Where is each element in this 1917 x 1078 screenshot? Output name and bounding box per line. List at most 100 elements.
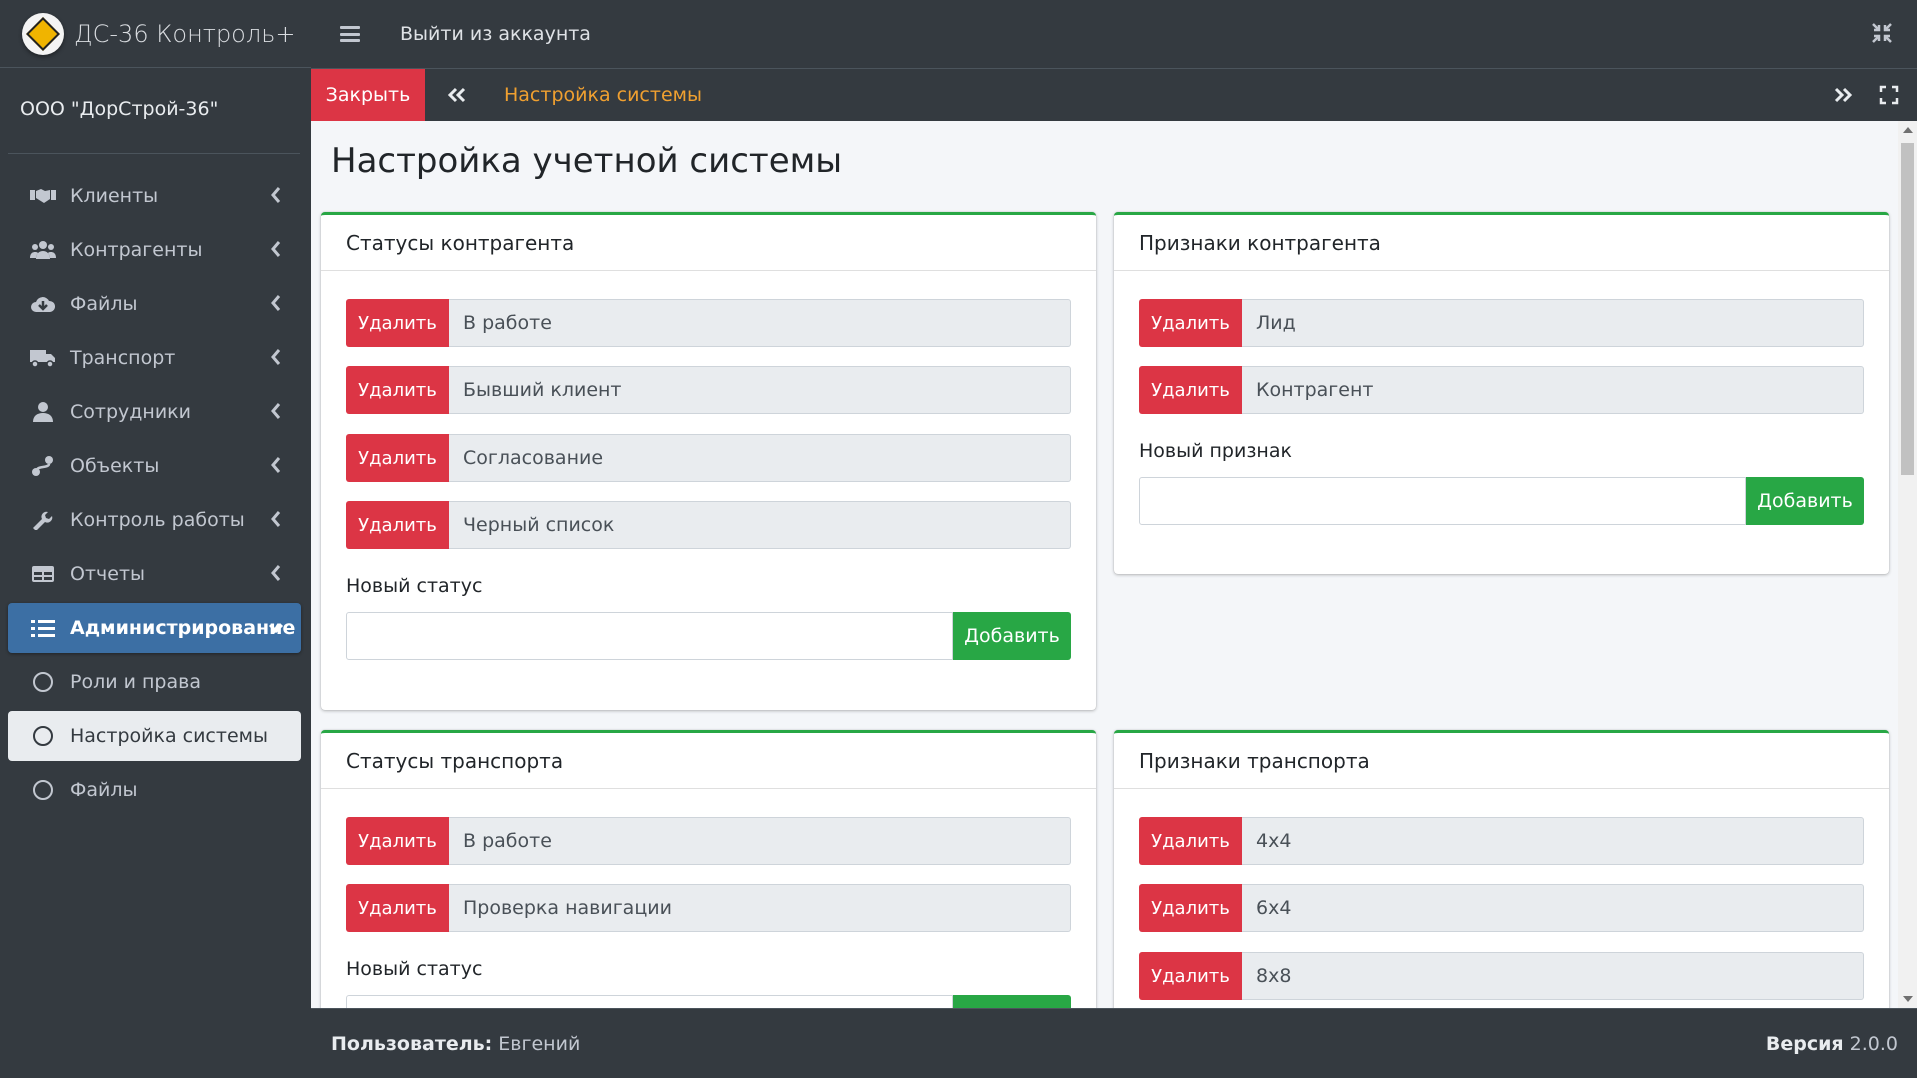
chevron-left-icon [271, 295, 281, 311]
sidebar-item-contractors[interactable]: Контрагенты [8, 225, 301, 275]
chevron-left-icon [271, 511, 281, 527]
sidebar-item-objects[interactable]: Объекты [8, 441, 301, 491]
chevron-left-icon [271, 349, 281, 365]
sidebar: ДС-36 Контроль+ ООО "ДорСтрой-36" Клиент… [0, 0, 311, 1078]
new-status-label: Новый статус [346, 575, 483, 597]
users-icon [30, 239, 56, 261]
close-tab-button[interactable]: Закрыть [311, 69, 425, 121]
wrench-icon [30, 509, 56, 531]
status-row: Удалить Проверка навигации [346, 884, 1071, 932]
footer-user-name: Евгений [498, 1032, 581, 1055]
org-name: ООО "ДорСтрой-36" [20, 98, 219, 120]
tab-bar: Закрыть Настройка системы [311, 69, 1917, 121]
delete-button[interactable]: Удалить [346, 817, 449, 865]
sidebar-item-work-control[interactable]: Контроль работы [8, 495, 301, 545]
chevron-left-icon [271, 241, 281, 257]
hamburger-menu-icon[interactable] [340, 26, 360, 42]
chevron-down-icon [268, 623, 284, 634]
tag-value: 6x4 [1242, 884, 1864, 932]
tag-row: Удалить 8x8 [1139, 952, 1864, 1000]
sidebar-item-files[interactable]: Файлы [8, 279, 301, 329]
status-row: Удалить Согласование [346, 434, 1071, 482]
footer-version-label: Версия [1765, 1032, 1844, 1055]
tag-row: Удалить 4x4 [1139, 817, 1864, 865]
sidebar-nav: Клиенты Контрагенты Файлы Транспорт Сотр… [8, 171, 301, 819]
sidebar-item-label: Файлы [70, 779, 138, 801]
double-chevron-left-icon[interactable] [447, 85, 467, 105]
truck-icon [30, 347, 56, 369]
handshake-icon [30, 185, 56, 207]
card-title: Статусы контрагента [321, 215, 1096, 271]
compress-icon[interactable] [1871, 22, 1893, 44]
sidebar-divider [8, 153, 300, 154]
footer-version: Версия 2.0.0 [1766, 1033, 1898, 1055]
main-content: Настройка учетной системы Статусы контра… [311, 121, 1898, 1008]
transport-statuses-card: Статусы транспорта Удалить В работе Удал… [321, 730, 1096, 1008]
delete-button[interactable]: Удалить [1139, 952, 1242, 1000]
card-title: Статусы транспорта [321, 733, 1096, 789]
status-value: В работе [449, 299, 1071, 347]
sidebar-item-label: Контроль работы [70, 509, 245, 531]
footer: Пользователь: Евгений Версия 2.0.0 [311, 1008, 1917, 1078]
status-value: В работе [449, 817, 1071, 865]
contractor-tags-card: Признаки контрагента Удалить Лид Удалить… [1114, 212, 1889, 574]
sidebar-item-employees[interactable]: Сотрудники [8, 387, 301, 437]
scrollbar-thumb[interactable] [1901, 143, 1914, 475]
scroll-up-arrow-icon[interactable] [1903, 127, 1913, 133]
delete-button[interactable]: Удалить [1139, 817, 1242, 865]
circle-icon [30, 725, 56, 747]
status-row: Удалить В работе [346, 817, 1071, 865]
sidebar-item-reports[interactable]: Отчеты [8, 549, 301, 599]
tag-value: 8x8 [1242, 952, 1864, 1000]
delete-button[interactable]: Удалить [346, 501, 449, 549]
new-tag-input[interactable] [1139, 477, 1746, 525]
delete-button[interactable]: Удалить [1139, 884, 1242, 932]
status-value: Бывший клиент [449, 366, 1071, 414]
table-icon [30, 563, 56, 585]
delete-button[interactable]: Удалить [1139, 366, 1242, 414]
tag-row: Удалить Лид [1139, 299, 1864, 347]
double-chevron-right-icon[interactable] [1833, 85, 1853, 105]
sidebar-item-system-settings[interactable]: Настройка системы [8, 711, 301, 761]
new-transport-status-input[interactable] [346, 995, 953, 1008]
logout-link[interactable]: Выйти из аккаунта [400, 23, 591, 45]
cloud-download-icon [30, 293, 56, 315]
tag-value: 4x4 [1242, 817, 1864, 865]
fullscreen-icon[interactable] [1879, 85, 1899, 105]
top-navbar: Выйти из аккаунта [311, 0, 1917, 69]
brand-name: ДС-36 Контроль+ [74, 19, 296, 48]
sidebar-item-admin-files[interactable]: Файлы [8, 765, 301, 815]
contractor-statuses-card: Статусы контрагента Удалить В работе Уда… [321, 212, 1096, 710]
sidebar-item-label: Настройка системы [70, 725, 268, 747]
new-status-input[interactable] [346, 612, 953, 660]
tag-value: Контрагент [1242, 366, 1864, 414]
sidebar-item-label: Контрагенты [70, 239, 203, 261]
sidebar-item-roles[interactable]: Роли и права [8, 657, 301, 707]
delete-button[interactable]: Удалить [346, 884, 449, 932]
sidebar-item-transport[interactable]: Транспорт [8, 333, 301, 383]
sidebar-item-clients[interactable]: Клиенты [8, 171, 301, 221]
circle-icon [30, 779, 56, 801]
content-scrollbar[interactable] [1898, 121, 1917, 1008]
card-title: Признаки транспорта [1114, 733, 1889, 789]
footer-user: Пользователь: Евгений [331, 1033, 580, 1055]
delete-button[interactable]: Удалить [1139, 299, 1242, 347]
add-transport-status-button[interactable] [953, 995, 1071, 1008]
status-row: Удалить Черный список [346, 501, 1071, 549]
status-row: Удалить Бывший клиент [346, 366, 1071, 414]
tab-system-settings[interactable]: Настройка системы [504, 84, 702, 106]
add-status-row: Добавить [346, 612, 1071, 660]
sidebar-item-label: Файлы [70, 293, 138, 315]
add-tag-button[interactable]: Добавить [1746, 477, 1864, 525]
scroll-down-arrow-icon[interactable] [1903, 996, 1913, 1002]
delete-button[interactable]: Удалить [346, 299, 449, 347]
brand-logo [22, 12, 64, 55]
delete-button[interactable]: Удалить [346, 434, 449, 482]
tag-value: Лид [1242, 299, 1864, 347]
sidebar-item-label: Администрирование [70, 617, 296, 639]
sidebar-item-administration[interactable]: Администрирование [8, 603, 301, 653]
delete-button[interactable]: Удалить [346, 366, 449, 414]
brand-link[interactable]: ДС-36 Контроль+ [0, 0, 311, 68]
add-status-button[interactable]: Добавить [953, 612, 1071, 660]
list-icon [30, 617, 56, 639]
